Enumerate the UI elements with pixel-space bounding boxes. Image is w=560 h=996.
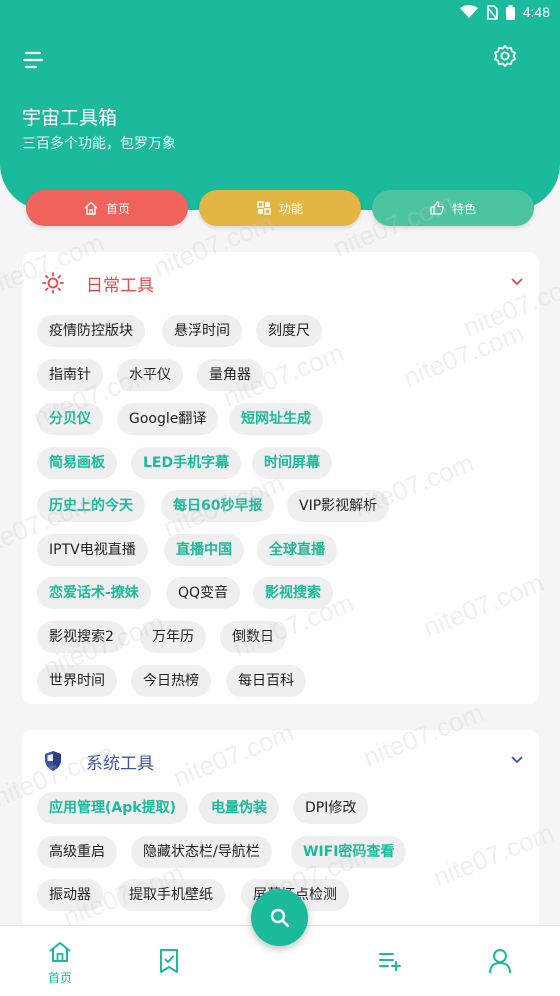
tool-chip[interactable]: 电量伪装 bbox=[199, 792, 279, 824]
shield-icon bbox=[45, 751, 61, 771]
home-icon bbox=[49, 942, 71, 962]
tool-chip[interactable]: QQ变音 bbox=[166, 577, 241, 609]
search-fab[interactable] bbox=[251, 889, 308, 946]
tool-chip[interactable]: 水平仪 bbox=[117, 359, 183, 391]
tab-features-label: 特色 bbox=[451, 201, 476, 216]
tool-chip[interactable]: 倒数日 bbox=[220, 621, 286, 653]
system-tools-header[interactable]: 系统工具 bbox=[42, 748, 154, 774]
tool-chip[interactable]: 应用管理(Apk提取) bbox=[37, 792, 188, 824]
wifi-icon bbox=[459, 5, 478, 18]
chevron-down-icon[interactable] bbox=[511, 278, 523, 286]
tab-home-label: 首页 bbox=[105, 201, 130, 216]
tool-chip[interactable]: 短网址生成 bbox=[229, 403, 323, 435]
tool-chip[interactable]: 高级重启 bbox=[37, 836, 117, 868]
thumbs-up-icon bbox=[430, 201, 444, 215]
tool-chip[interactable]: 历史上的今天 bbox=[37, 490, 145, 522]
grid-icon bbox=[257, 201, 271, 215]
tool-chip[interactable]: 振动器 bbox=[37, 879, 103, 911]
tab-features[interactable]: 特色 bbox=[372, 190, 534, 226]
tool-chip[interactable]: 分贝仪 bbox=[37, 403, 103, 435]
chevron-down-icon[interactable] bbox=[511, 756, 523, 764]
tool-chip[interactable]: 简易画板 bbox=[37, 447, 117, 479]
tool-chip[interactable]: 恋爱话术-撩妹 bbox=[37, 577, 151, 609]
battery-icon bbox=[505, 4, 515, 20]
category-tabs: 首页 功能 特色 bbox=[26, 190, 534, 226]
tool-chip[interactable]: 提取手机壁纸 bbox=[117, 879, 225, 911]
settings-gear-icon[interactable] bbox=[492, 44, 518, 70]
tool-chip[interactable]: 指南针 bbox=[37, 359, 103, 391]
home-icon bbox=[84, 201, 98, 215]
daily-tools-header[interactable]: 日常工具 bbox=[42, 270, 154, 296]
tool-chip[interactable]: 悬浮时间 bbox=[162, 315, 242, 347]
system-tools-title: 系统工具 bbox=[86, 753, 154, 774]
tab-functions[interactable]: 功能 bbox=[199, 190, 361, 226]
daily-tools-card: 日常工具 疫情防控版块 悬浮时间 刻度尺 指南针 水平仪 量角器 分贝仪 Goo… bbox=[22, 252, 539, 704]
nav-home-label: 首页 bbox=[47, 971, 72, 985]
tool-chip[interactable]: 隐藏状态栏/导航栏 bbox=[131, 836, 272, 868]
tool-chip[interactable]: 每日百科 bbox=[226, 665, 306, 697]
bookmark-check-icon bbox=[160, 949, 178, 973]
daily-tools-title: 日常工具 bbox=[86, 275, 154, 296]
tool-chip[interactable]: 万年历 bbox=[140, 621, 206, 653]
user-icon bbox=[489, 949, 511, 974]
tool-chip[interactable]: 全球直播 bbox=[257, 534, 337, 566]
tool-chip[interactable]: 世界时间 bbox=[37, 665, 117, 697]
tool-chip[interactable]: LED手机字幕 bbox=[131, 447, 242, 479]
tool-chip[interactable]: WIFI密码查看 bbox=[291, 836, 407, 868]
tool-chip[interactable]: IPTV电视直播 bbox=[37, 534, 148, 566]
tool-chip[interactable]: 直播中国 bbox=[164, 534, 244, 566]
tool-chip[interactable]: 影视搜索2 bbox=[37, 621, 126, 653]
tool-chip[interactable]: 时间屏幕 bbox=[252, 447, 332, 479]
playlist-add-icon bbox=[379, 953, 401, 971]
tool-chip[interactable]: 每日60秒早报 bbox=[161, 490, 275, 522]
status-bar: 4:48 bbox=[0, 0, 560, 28]
status-time: 4:48 bbox=[522, 4, 550, 20]
tool-chip[interactable]: 量角器 bbox=[197, 359, 263, 391]
search-icon bbox=[270, 908, 289, 927]
app-subtitle: 三百多个功能，包罗万象 bbox=[22, 136, 176, 152]
tool-chip[interactable]: VIP影视解析 bbox=[287, 490, 390, 522]
tool-chip[interactable]: 影视搜索 bbox=[253, 577, 333, 609]
nav-home[interactable]: 首页 bbox=[20, 926, 100, 996]
menu-icon[interactable] bbox=[20, 46, 48, 74]
nav-bookmarks[interactable] bbox=[130, 926, 210, 996]
tool-chip[interactable]: Google翻译 bbox=[117, 403, 219, 435]
nav-playlist[interactable] bbox=[350, 926, 430, 996]
app-title: 宇宙工具箱 bbox=[22, 107, 118, 129]
tab-functions-label: 功能 bbox=[278, 201, 303, 216]
tool-chip[interactable]: DPI修改 bbox=[293, 792, 369, 824]
sun-icon bbox=[42, 272, 64, 294]
tab-home[interactable]: 首页 bbox=[26, 190, 188, 226]
tool-chip[interactable]: 疫情防控版块 bbox=[37, 315, 145, 347]
tool-chip[interactable]: 刻度尺 bbox=[256, 315, 322, 347]
tool-chip[interactable]: 今日热榜 bbox=[131, 665, 211, 697]
nav-profile[interactable] bbox=[460, 926, 540, 996]
no-sim-icon bbox=[486, 4, 498, 20]
